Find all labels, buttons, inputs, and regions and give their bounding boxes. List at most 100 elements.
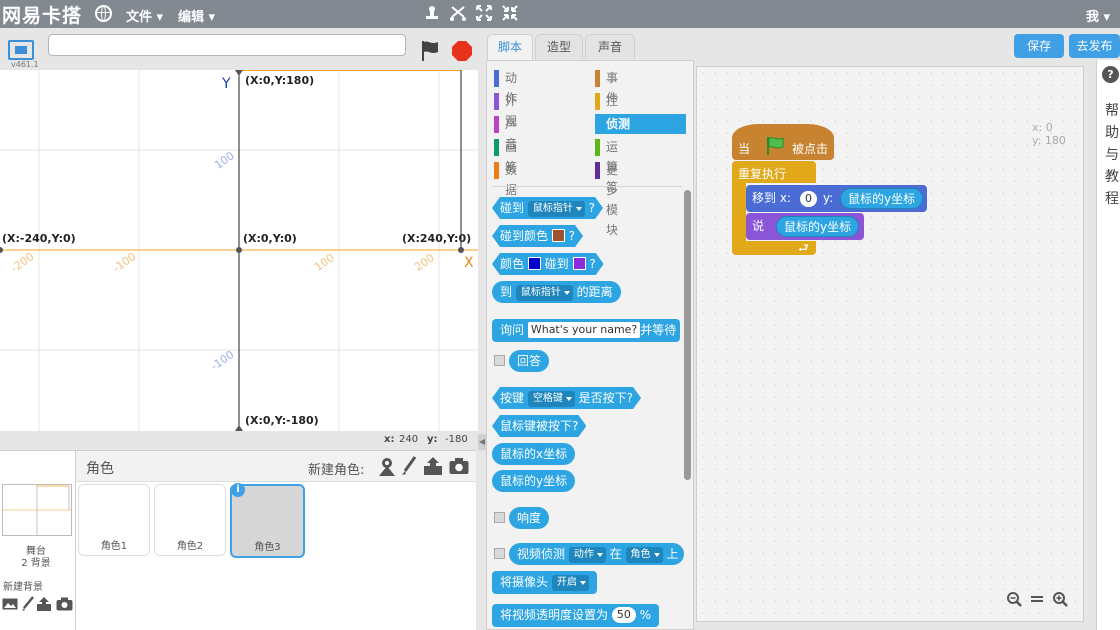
mouse-x-value: 240 [399,434,419,445]
distance-dropdown[interactable]: 鼠标指针 [515,285,573,301]
fullscreen-icon[interactable] [8,40,34,60]
answer-checkbox[interactable] [494,355,505,366]
block-text: 鼠标键被按下? [500,419,579,433]
category-label: 更多模块 [606,163,619,237]
stage-canvas[interactable]: Y X (X:0,Y:180) (X:-240,Y:0) (X:0,Y:0) (… [0,70,478,431]
edit-menu[interactable]: 编辑 ▾ [178,6,215,25]
zoom-in-icon[interactable] [1052,591,1068,607]
backdrop-library-icon[interactable] [2,597,18,611]
block-distance-to[interactable]: 到 鼠标指针 的距离 [492,281,621,303]
block-mouse-y[interactable]: 鼠标的y坐标 [492,470,576,492]
block-text: 碰到 [544,257,569,271]
block-touching[interactable]: 碰到 鼠标指针 ? [492,197,603,219]
edit-menu-label: 编辑 [178,10,205,25]
block-mouse-down[interactable]: 鼠标键被按下? [492,415,586,437]
block-text: 并等待 [640,323,677,337]
sprite-coord-y: y: 180 [1032,134,1066,147]
collapse-stage-handle[interactable]: ◀ [478,434,486,450]
ask-input[interactable]: What's your name? [527,322,641,338]
help-label[interactable]: 帮助与教程 [1105,100,1119,210]
file-menu[interactable]: 文件 ▾ [126,6,163,25]
hat-clicked-text: 被点击 [792,142,829,156]
block-text: 响度 [517,511,542,525]
sprite-panel-title: 角色 [86,461,114,477]
touching-dropdown[interactable]: 鼠标指针 [528,201,585,217]
block-mouse-x[interactable]: 鼠标的x坐标 [492,443,576,465]
block-ask-and-wait[interactable]: 询问 What's your name? 并等待 [492,319,681,342]
block-key-pressed[interactable]: 按键 空格键 是否按下? [492,387,641,409]
grow-icon[interactable] [474,4,494,24]
say-reporter[interactable]: 鼠标的y坐标 [776,216,860,237]
block-loudness[interactable]: 响度 [509,507,550,529]
sprite-info-icon[interactable]: i [231,483,245,497]
hat-when-text: 当 [738,142,751,156]
paint-backdrop-icon[interactable] [21,596,35,612]
palette-divider [492,186,682,187]
language-globe-icon[interactable] [95,5,112,22]
block-answer[interactable]: 回答 [509,350,550,372]
loop-arrow-icon: ⮐ [798,241,809,255]
tab-sounds[interactable]: 声音 [585,34,635,59]
goto-y-reporter[interactable]: 鼠标的y坐标 [840,188,924,209]
sprite-library-icon[interactable] [377,456,397,476]
color-swatch[interactable] [528,257,541,270]
color-swatch[interactable] [552,229,565,242]
new-backdrop-label: 新建背景 [3,582,43,593]
stage-thumbnail[interactable] [2,484,72,536]
sprite-tile[interactable]: 角色2 [154,484,226,556]
goto-x-input[interactable]: 0 [800,191,817,207]
paint-sprite-icon[interactable] [401,456,417,476]
coord-label-left: (X:-240,Y:0) [2,232,76,245]
transparency-input[interactable]: 50 [611,607,636,623]
mouse-y-value: -180 [445,434,468,445]
block-text: ? [568,229,576,243]
zoom-out-icon[interactable] [1006,591,1022,607]
camera-backdrop-icon[interactable] [56,597,73,611]
project-name-input[interactable] [48,34,406,56]
coord-label-top: (X:0,Y:180) [245,74,315,87]
shrink-icon[interactable] [500,4,520,24]
palette-scrollbar[interactable] [684,190,691,480]
upload-sprite-icon[interactable] [423,456,443,476]
green-flag-icon [764,136,786,156]
say-block[interactable]: 说 鼠标的y坐标 [746,213,864,240]
block-text: 到 [500,285,513,299]
help-icon[interactable]: ? [1102,66,1119,83]
tab-scripts[interactable]: 脚本 [487,34,533,61]
block-touching-color[interactable]: 碰到颜色 ? [492,225,583,247]
coord-label-bottom: (X:0,Y:-180) [245,414,319,427]
upload-backdrop-icon[interactable] [36,596,52,612]
stop-icon[interactable] [451,40,473,62]
green-flag-icon[interactable] [418,39,442,63]
forever-text: 重复执行 [738,167,787,181]
video-checkbox[interactable] [494,548,505,559]
save-button[interactable]: 保存 [1014,34,1064,58]
video-target-dropdown[interactable]: 角色 [625,547,663,563]
block-color-touching-color[interactable]: 颜色 碰到 ? [492,253,604,275]
loudness-checkbox[interactable] [494,512,505,523]
block-set-video-transparency[interactable]: 将视频透明度设置为 50 % [492,604,660,627]
block-text: 按键 [500,391,525,405]
color-swatch[interactable] [573,257,586,270]
tab-costumes[interactable]: 造型 [535,34,583,59]
sprite-tile[interactable]: 角色1 [78,484,150,556]
user-menu[interactable]: 我 ▾ [1086,6,1110,25]
cut-scissors-icon[interactable] [448,4,468,24]
block-text: 是否按下? [578,391,634,405]
user-menu-label: 我 [1086,10,1100,25]
when-flag-clicked-block[interactable]: 当 被点击 [732,124,834,160]
goto-xy-block[interactable]: 移到 x: 0 y: 鼠标的y坐标 [746,185,927,212]
camera-sprite-icon[interactable] [449,457,469,475]
publish-button[interactable]: 去发布 [1069,34,1120,58]
category-sensing-selected[interactable]: 侦测 [595,114,686,134]
key-dropdown[interactable]: 空格键 [528,391,575,407]
block-video-sensing[interactable]: 视频侦测 动作 在 角色 上 [509,543,684,565]
duplicate-stamp-icon[interactable] [422,4,442,24]
file-menu-label: 文件 [126,10,153,25]
video-attr-dropdown[interactable]: 动作 [568,547,606,563]
app-logo[interactable]: 网易卡搭 [2,1,82,28]
camera-dropdown[interactable]: 开启 [551,575,589,591]
sprite-name: 角色3 [254,542,281,553]
zoom-reset-icon[interactable] [1030,594,1044,604]
block-turn-video[interactable]: 将摄像头 开启 [492,571,597,594]
